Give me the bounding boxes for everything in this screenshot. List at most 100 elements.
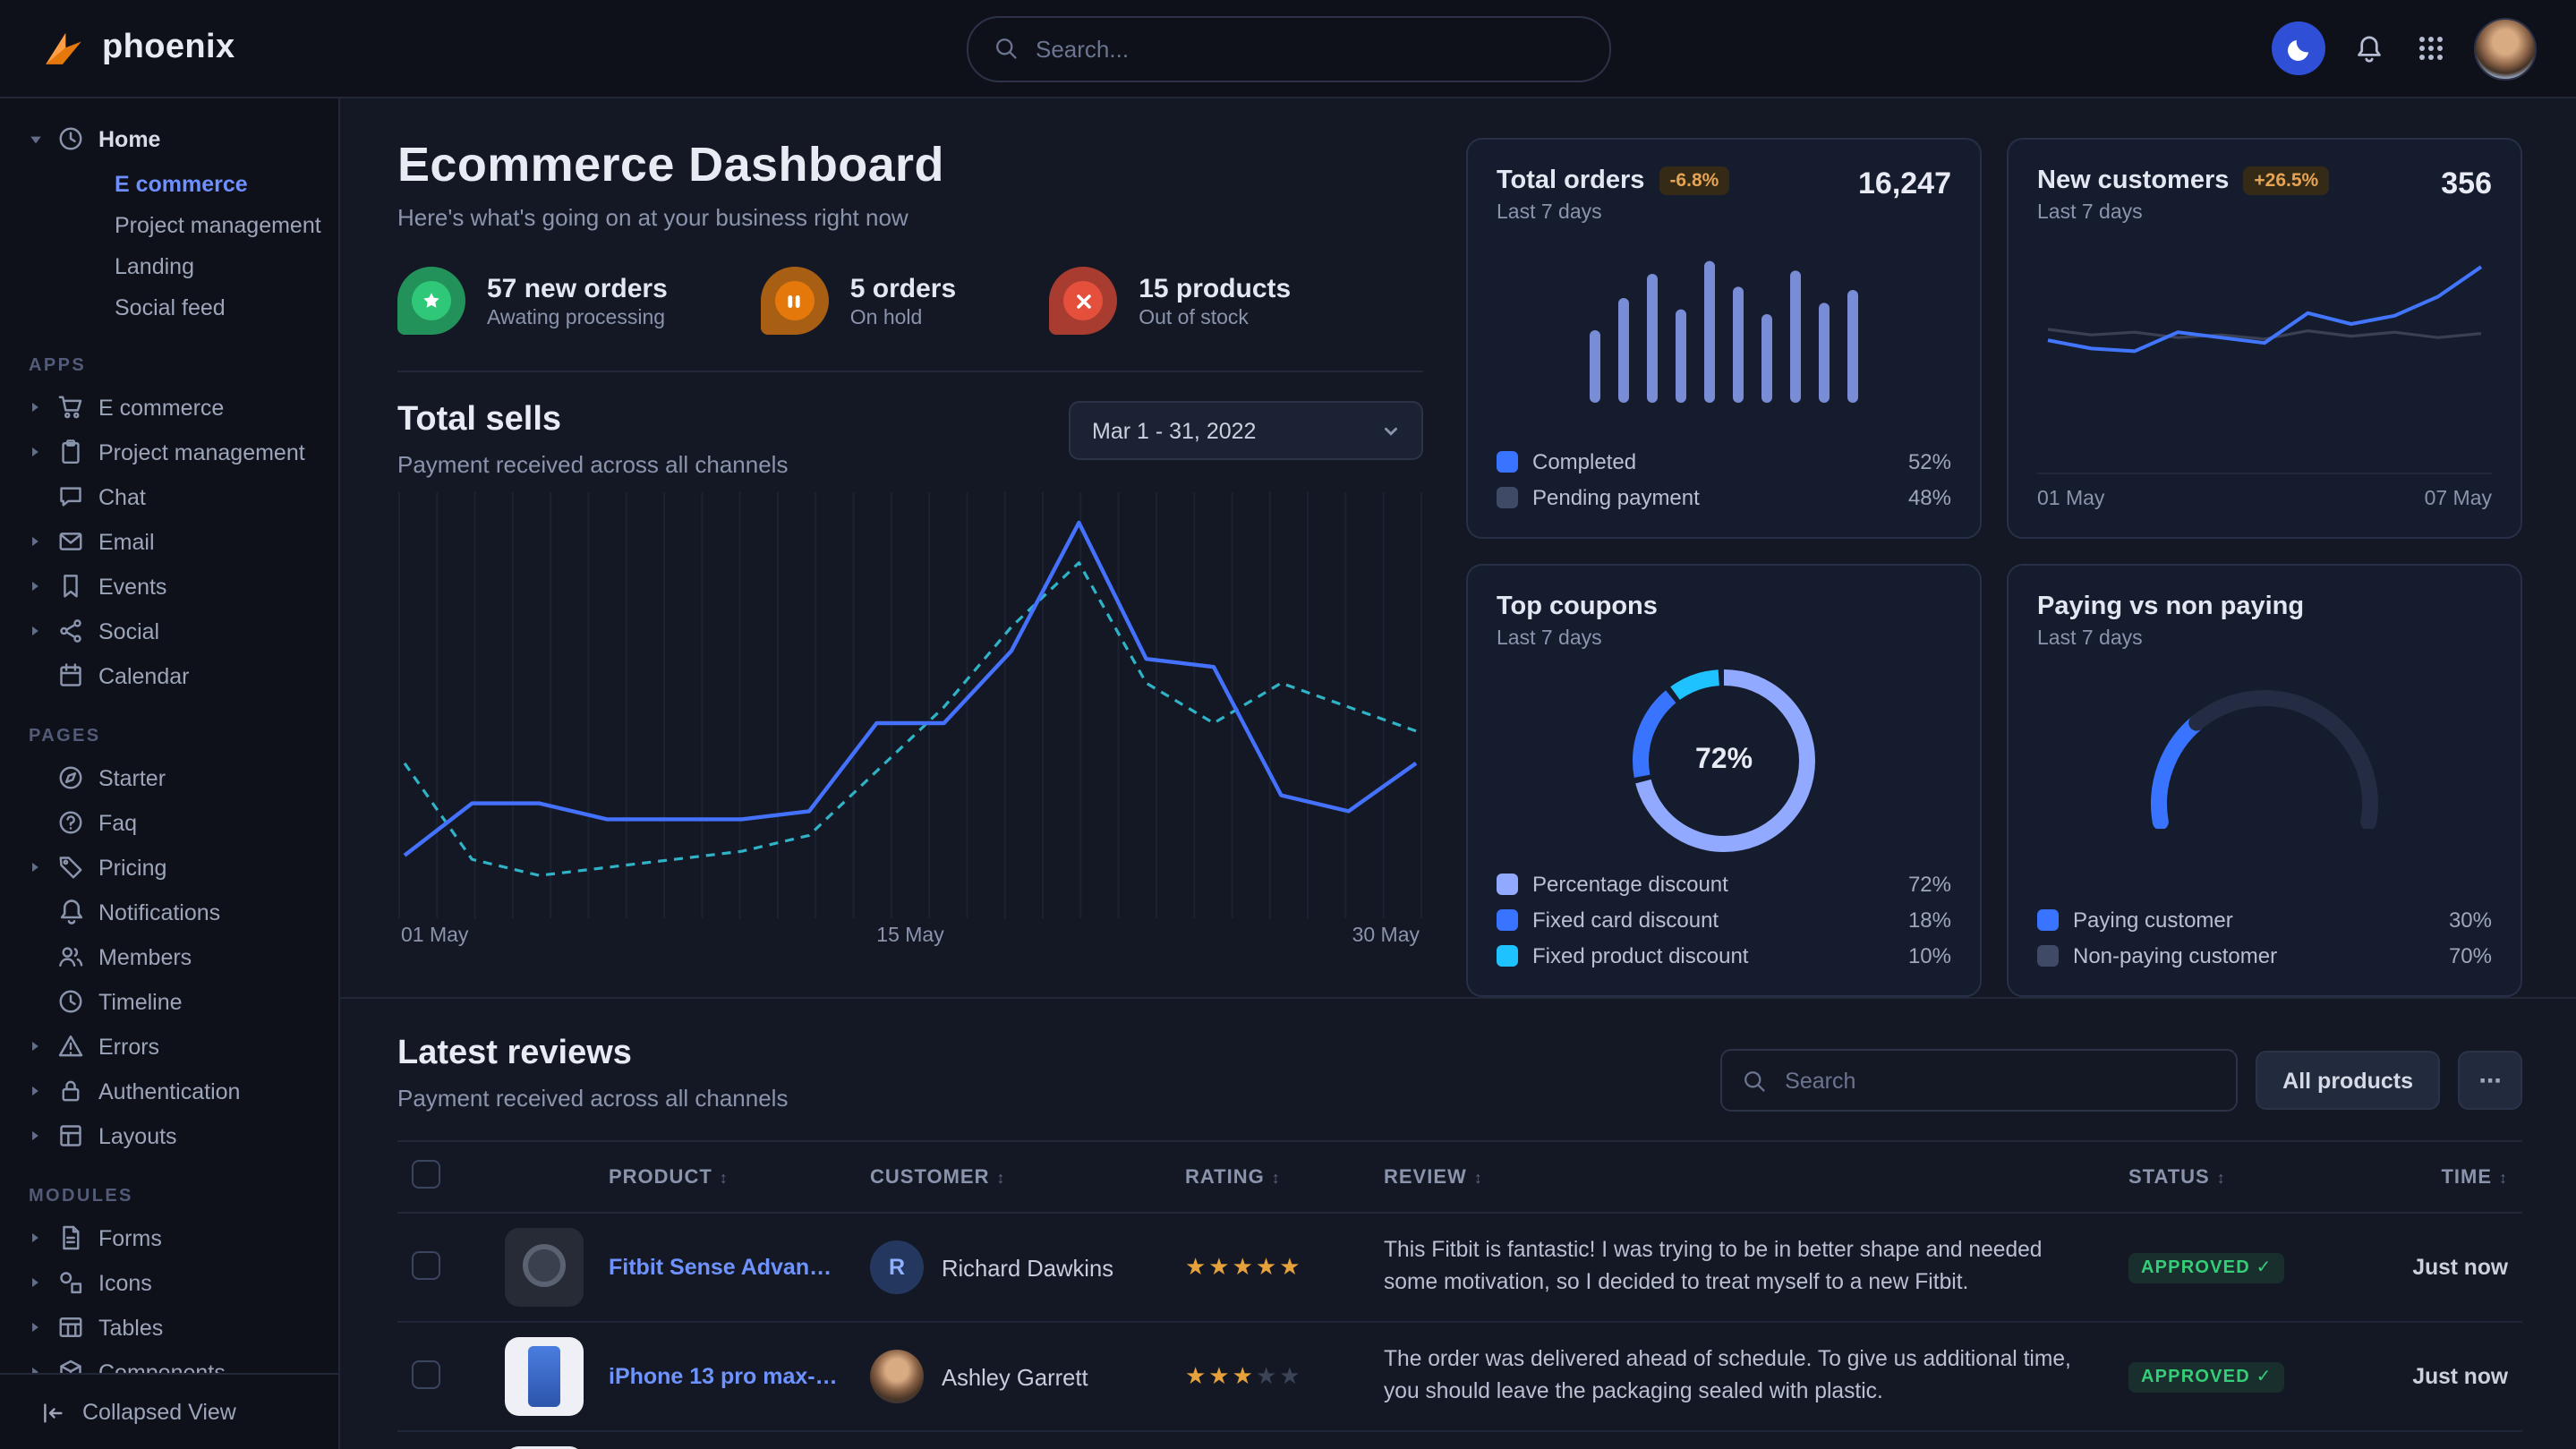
stat-star-blob xyxy=(397,267,465,335)
product-link[interactable]: Fitbit Sense Advanced Smartwatch with To… xyxy=(609,1255,841,1280)
sidebar-item-label: Chat xyxy=(98,484,146,509)
sidebar-item-events[interactable]: Events xyxy=(25,564,324,609)
sidebar-item-label: Notifications xyxy=(98,899,220,925)
sort-icon[interactable] xyxy=(712,1166,729,1188)
caret-right-icon xyxy=(25,1321,45,1334)
sidebar-subitem-social-feed[interactable]: Social feed xyxy=(25,286,324,328)
time-value: Just now xyxy=(2354,1364,2508,1389)
product-link[interactable]: iPhone 13 pro max-Pacific Blue-128GB sto… xyxy=(609,1364,841,1389)
reviews-subtitle: Payment received across all channels xyxy=(397,1085,788,1112)
sidebar-subitem-project-management[interactable]: Project management xyxy=(25,204,324,245)
trend-badge: +26.5% xyxy=(2243,166,2329,195)
caret-right-icon xyxy=(25,1085,45,1097)
sort-icon[interactable] xyxy=(2210,1166,2226,1188)
sidebar-item-faq[interactable]: Faq xyxy=(25,800,324,845)
sidebar-item-label: Layouts xyxy=(98,1123,177,1148)
legend-swatch xyxy=(2037,909,2059,931)
sidebar-item-members[interactable]: Members xyxy=(25,934,324,979)
date-range-select[interactable]: Mar 1 - 31, 2022 xyxy=(1069,401,1423,460)
total-sells-header: Total sells Payment received across all … xyxy=(397,401,1423,478)
legend-swatch xyxy=(2037,945,2059,967)
row-checkbox[interactable] xyxy=(412,1360,440,1388)
sidebar-item-notifications[interactable]: Notifications xyxy=(25,890,324,934)
sidebar-item-e-commerce[interactable]: E commerce xyxy=(25,385,324,430)
sidebar-item-authentication[interactable]: Authentication xyxy=(25,1069,324,1113)
stat-pause-blob xyxy=(761,267,829,335)
reviews-toolbar: All products ⋯ xyxy=(1720,1049,2522,1112)
phoenix-logo-icon xyxy=(39,24,88,72)
table-icon xyxy=(57,1314,86,1341)
sidebar-item-starter[interactable]: Starter xyxy=(25,755,324,800)
sidebar-item-chat[interactable]: Chat xyxy=(25,474,324,519)
customer-avatar: R xyxy=(870,1240,924,1294)
row-checkbox[interactable] xyxy=(412,1250,440,1279)
sidebar-item-home[interactable]: Home xyxy=(25,116,324,161)
sidebar-item-social[interactable]: Social xyxy=(25,609,324,653)
sort-icon[interactable] xyxy=(1265,1166,1281,1188)
sidebar-subitem-landing[interactable]: Landing xyxy=(25,245,324,286)
notifications-button[interactable] xyxy=(2350,30,2388,67)
apps-menu-button[interactable] xyxy=(2413,30,2449,66)
sidebar-item-email[interactable]: Email xyxy=(25,519,324,564)
total-sells-title: Total sells xyxy=(397,401,788,440)
stat-subtitle: Awating processing xyxy=(487,307,668,328)
sidebar-item-label: Authentication xyxy=(98,1078,240,1104)
stat-5-orders: 5 ordersOn hold xyxy=(761,267,956,335)
all-products-button[interactable]: All products xyxy=(2256,1051,2440,1110)
sort-icon[interactable] xyxy=(1467,1166,1483,1188)
table-row[interactable] xyxy=(397,1431,2522,1449)
sidebar-item-icons[interactable]: Icons xyxy=(25,1260,324,1305)
sidebar-item-tables[interactable]: Tables xyxy=(25,1305,324,1350)
table-row[interactable]: Fitbit Sense Advanced Smartwatch with To… xyxy=(397,1213,2522,1322)
more-options-button[interactable]: ⋯ xyxy=(2458,1051,2522,1110)
sidebar-item-timeline[interactable]: Timeline xyxy=(25,979,324,1024)
legend-swatch xyxy=(1497,451,1518,473)
new-customers-x-axis: 01 May 07 May xyxy=(2037,473,2492,510)
share-icon xyxy=(57,618,86,644)
sidebar-subitem-e-commerce[interactable]: E commerce xyxy=(25,163,324,204)
legend-swatch xyxy=(1497,487,1518,508)
sidebar-item-pricing[interactable]: Pricing xyxy=(25,845,324,890)
card-period: Last 7 days xyxy=(1497,628,1658,650)
select-all-checkbox[interactable] xyxy=(412,1160,440,1189)
file-icon xyxy=(57,1224,86,1251)
sidebar-item-project-management[interactable]: Project management xyxy=(25,430,324,474)
card-period: Last 7 days xyxy=(2037,628,2304,650)
reviews-search-input[interactable] xyxy=(1781,1066,2216,1095)
global-search-input[interactable] xyxy=(1032,33,1583,64)
user-avatar[interactable] xyxy=(2474,17,2537,80)
collapse-icon xyxy=(39,1399,66,1426)
caret-right-icon xyxy=(25,625,45,637)
table-row[interactable]: iPhone 13 pro max-Pacific Blue-128GB sto… xyxy=(397,1322,2522,1431)
legend-swatch xyxy=(1497,874,1518,895)
sidebar-item-layouts[interactable]: Layouts xyxy=(25,1113,324,1158)
sidebar-nav: HomeE commerceProject managementLandingS… xyxy=(0,116,338,1373)
compass-icon xyxy=(57,764,86,791)
sort-icon[interactable] xyxy=(990,1166,1006,1188)
sidebar-item-errors[interactable]: Errors xyxy=(25,1024,324,1069)
caret-right-icon xyxy=(25,1366,45,1373)
sort-icon[interactable] xyxy=(2492,1166,2508,1188)
caret-right-icon xyxy=(25,535,45,548)
stat-subtitle: Out of stock xyxy=(1139,307,1291,328)
total-orders-bar-chart xyxy=(1497,234,1951,403)
sidebar-item-forms[interactable]: Forms xyxy=(25,1215,324,1260)
legend-item: Percentage discount 72% xyxy=(1497,872,1951,897)
paying-vs-nonpaying-card: Paying vs non paying Last 7 days Paying … xyxy=(2007,564,2522,997)
theme-toggle-button[interactable] xyxy=(2272,21,2325,75)
stat-subtitle: On hold xyxy=(850,307,956,328)
brand-logo[interactable]: phoenix xyxy=(39,24,235,72)
top-navbar: phoenix xyxy=(0,0,2576,98)
caret-right-icon xyxy=(25,1040,45,1053)
collapsed-view-button[interactable]: Collapsed View xyxy=(0,1373,338,1449)
global-search[interactable] xyxy=(966,15,1610,81)
shapes-icon xyxy=(57,1269,86,1296)
legend-item: Fixed card discount 18% xyxy=(1497,908,1951,933)
sidebar-item-calendar[interactable]: Calendar xyxy=(25,653,324,698)
reviews-search[interactable] xyxy=(1720,1049,2238,1112)
sidebar-item-components[interactable]: Components xyxy=(25,1350,324,1373)
sidebar-item-label: Social xyxy=(98,618,159,644)
mail-icon xyxy=(57,528,86,555)
card-value: 16,247 xyxy=(1858,166,1951,202)
total-orders-card: Total orders -6.8% Last 7 days 16,247 xyxy=(1466,138,1982,539)
